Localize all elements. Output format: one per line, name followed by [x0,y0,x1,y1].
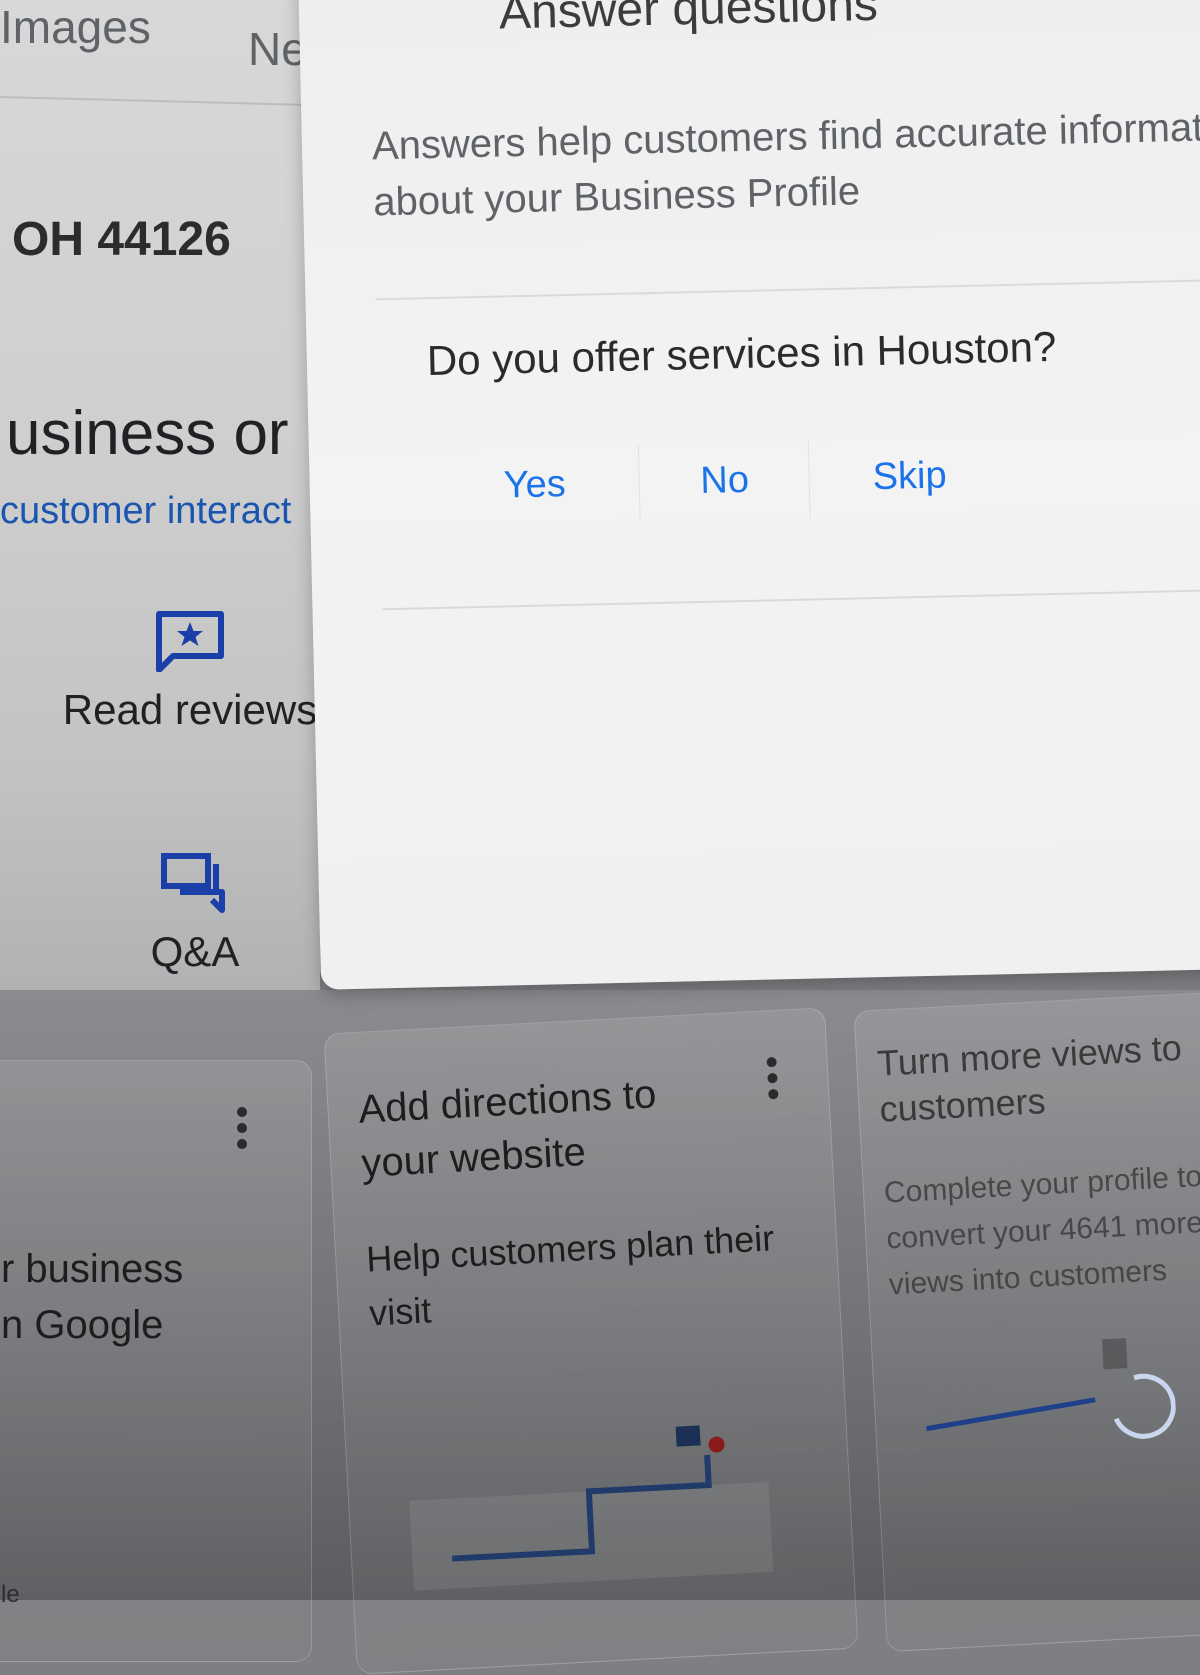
tabs-divider [0,95,310,107]
answer-questions-dialog: Answer questions Answers help customers … [298,0,1200,990]
dialog-description: Answers help customers find accurate inf… [371,104,1200,225]
directions-illustration-icon [409,1425,774,1591]
card-title: Add directions to your website [357,1072,658,1186]
dialog-divider [375,278,1200,301]
tab-news[interactable]: Ne [248,22,307,76]
card-body: Help customers plan their visit [365,1217,776,1334]
qa-button[interactable]: Q&A [110,852,280,976]
no-button[interactable]: No [638,438,811,524]
suggestion-cards-area: r business n Google oogle Add directions… [0,989,1200,1675]
card-title: Turn more views to customers [876,1026,1183,1130]
read-reviews-label: Read reviews [62,686,318,733]
business-address: OH 44126 [12,213,231,266]
tab-images[interactable]: Images [0,0,151,54]
business-heading: usiness or [6,399,289,468]
more-options-icon[interactable] [237,1101,249,1155]
background-business-panel: Images Ne OH 44126 usiness or customer i… [0,0,320,1090]
dialog-title: Answer questions [498,0,879,40]
card-left-line1: r business [1,1247,184,1291]
business-subheading-link[interactable]: customer interact [0,490,291,533]
card-left-text: r business n Google [1,1241,183,1353]
card-turn-views[interactable]: Turn more views to customers Complete yo… [853,989,1200,1653]
views-chart-illustration-icon [926,1338,1176,1439]
read-reviews-button[interactable]: Read reviews [40,610,340,734]
card-body: Complete your profile to convert your 46… [883,1159,1200,1302]
dialog-divider [382,588,1200,611]
card-left-line2: n Google [1,1303,164,1347]
skip-button[interactable]: Skip [809,434,1011,520]
yes-button[interactable]: Yes [428,442,641,529]
dialog-question: Do you offer services in Houston? [426,322,1057,385]
review-star-icon [156,611,224,672]
answer-options: Yes No Skip [428,434,1011,529]
card-add-directions[interactable]: Add directions to your website Help cust… [323,1007,859,1675]
qa-chat-icon [161,853,225,913]
card-google-business[interactable]: r business n Google oogle [0,1060,312,1662]
more-options-icon[interactable] [766,1051,781,1106]
google-wordmark: oogle [0,1581,20,1608]
qa-label: Q&A [150,928,240,975]
